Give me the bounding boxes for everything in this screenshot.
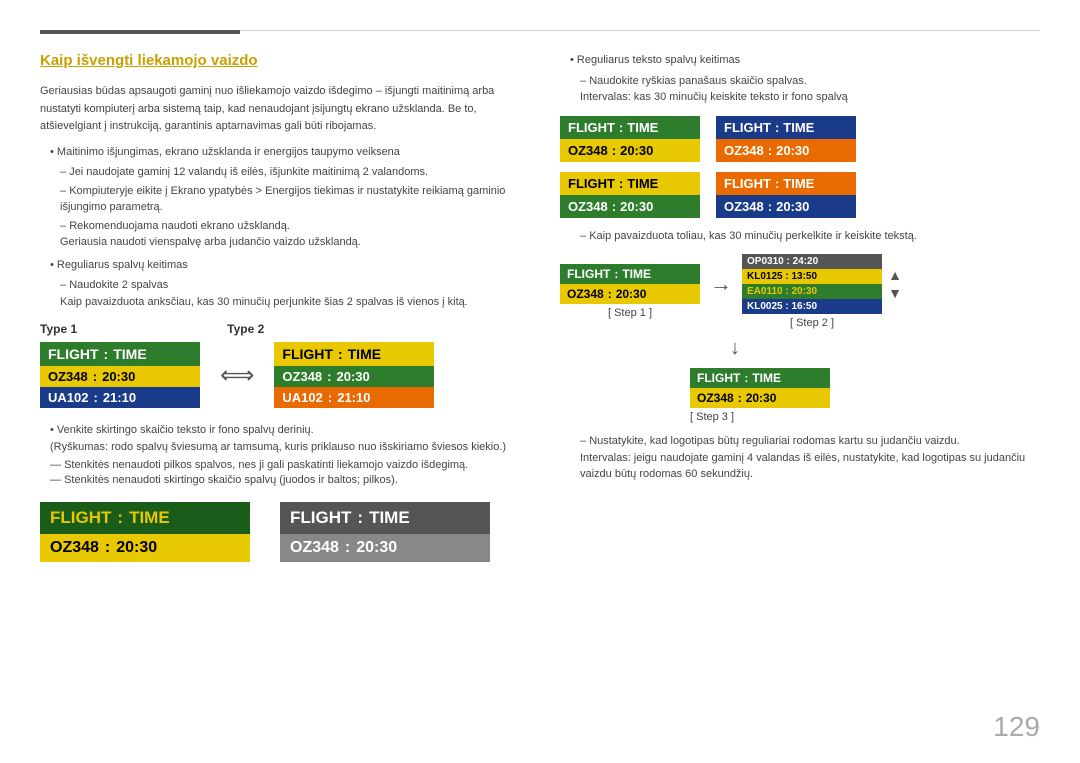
right-board-2: FLIGHT : TIME OZ348 : 20:30 [716, 116, 856, 162]
type1-board: FLIGHT : TIME OZ348 : 20:30 UA102 : 21:1… [40, 342, 200, 408]
bottom-board-1: FLIGHT : TIME OZ348 : 20:30 [40, 502, 250, 562]
step1-header: FLIGHT : TIME [560, 264, 700, 284]
step1: FLIGHT : TIME OZ348 : 20:30 [ Step 1 ] [560, 264, 700, 319]
step2-label: [ Step 2 ] [790, 317, 834, 329]
type2-board: FLIGHT : TIME OZ348 : 20:30 UA102 : 21:1… [274, 342, 434, 408]
dash-1-3: Rekomenduojama naudoti ekrano užsklandą.… [60, 218, 530, 251]
step-row-1-2: FLIGHT : TIME OZ348 : 20:30 [ Step 1 ] [560, 254, 1040, 329]
type-1-label: Type 1 [40, 322, 77, 336]
page-container: Kaip išvengti liekamojo vaizdo Geriausia… [0, 0, 1080, 763]
right-dash-1: Naudokite ryškias panašaus skaičio spalv… [580, 73, 1040, 106]
right-column: Reguliarus teksto spalvų keitimas Naudok… [560, 52, 1040, 562]
type1-header: FLIGHT : TIME [40, 342, 200, 366]
intro-text: Geriausias būdas apsaugoti gaminį nuo iš… [40, 83, 530, 136]
step1-board: FLIGHT : TIME OZ348 : 20:30 [560, 264, 700, 304]
bullet-1: Maitinimo išjungimas, ekrano užsklanda i… [50, 144, 530, 161]
type2-row2: UA102 : 21:10 [274, 387, 434, 408]
step3-label: [ Step 3 ] [690, 411, 734, 423]
bottom-bullet-1: Venkite skirtingo skaičio teksto ir fono… [50, 422, 530, 455]
step2: OP0310 : 24:20 KL0125 : 13:50 EA0110 : 2… [742, 254, 882, 329]
bottom-board-1-row: OZ348 : 20:30 [40, 534, 250, 562]
bottom-boards-row: FLIGHT : TIME OZ348 : 20:30 FLIGHT : [40, 502, 530, 562]
step2-to-step3-arrow: ↓ [730, 337, 1040, 360]
step3-board: FLIGHT : TIME OZ348 : 20:30 [690, 368, 830, 408]
step3: FLIGHT : TIME OZ348 : 20:30 [ Step 3 ] [690, 368, 1040, 423]
step-note: Kaip pavaizduota toliau, kas 30 minučių … [580, 228, 1040, 245]
bottom-note-1: — Stenkitės nenaudoti pilkos spalvos, ne… [50, 459, 530, 471]
flight-boards-row: FLIGHT : TIME OZ348 : 20:30 UA102 : 21:1… [40, 342, 530, 408]
left-column: Kaip išvengti liekamojo vaizdo Geriausia… [40, 52, 530, 562]
boards-grid-row1: FLIGHT : TIME OZ348 : 20:30 FLIGHT : [560, 116, 1040, 162]
bullet-2: Reguliarus spalvų keitimas [50, 257, 530, 274]
scroll-up-icon: ▲ [888, 267, 902, 283]
dash-1-2: Kompiuteryje eikite į Ekrano ypatybės > … [60, 183, 530, 216]
bottom-note: Nustatykite, kad logotipas būtų reguliar… [580, 433, 1040, 483]
swap-arrow-icon: ⟺ [220, 361, 254, 390]
type2-header: FLIGHT : TIME [274, 342, 434, 366]
content-area: Kaip išvengti liekamojo vaizdo Geriausia… [40, 52, 1040, 562]
right-board-3: FLIGHT : TIME OZ348 : 20:30 [560, 172, 700, 218]
bottom-board-2: FLIGHT : TIME OZ348 : 20:30 [280, 502, 490, 562]
section-title: Kaip išvengti liekamojo vaizdo [40, 52, 530, 69]
dash-2-1: Naudokite 2 spalvas Kaip pavaizduota ank… [60, 277, 530, 310]
type-labels: Type 1 Type 2 [40, 322, 530, 336]
step1-to-step2-arrow: → [710, 271, 732, 297]
top-line-decoration [40, 30, 240, 34]
full-top-line [240, 30, 1040, 31]
type2-row1: OZ348 : 20:30 [274, 366, 434, 387]
right-board-4: FLIGHT : TIME OZ348 : 20:30 [716, 172, 856, 218]
bottom-board-2-header: FLIGHT : TIME [280, 502, 490, 534]
dash-1-1: Jei naudojate gaminį 12 valandų iš eilės… [60, 164, 530, 181]
step1-row: OZ348 : 20:30 [560, 284, 700, 304]
type-2-label: Type 2 [227, 322, 264, 336]
steps-area: FLIGHT : TIME OZ348 : 20:30 [ Step 1 ] [560, 254, 1040, 423]
type1-row2: UA102 : 21:10 [40, 387, 200, 408]
right-board-1: FLIGHT : TIME OZ348 : 20:30 [560, 116, 700, 162]
type1-row1: OZ348 : 20:30 [40, 366, 200, 387]
step3-row: OZ348 : 20:30 [690, 388, 830, 408]
bottom-note-2: — Stenkitės nenaudoti skirtingo skaičio … [50, 474, 530, 486]
page-number: 129 [993, 711, 1040, 743]
scroll-arrows: ▲ ▼ [888, 254, 902, 314]
step1-label: [ Step 1 ] [608, 307, 652, 319]
right-bullet-1: Reguliarus teksto spalvų keitimas [570, 52, 1040, 69]
scroll-down-icon: ▼ [888, 285, 902, 301]
step2-board: OP0310 : 24:20 KL0125 : 13:50 EA0110 : 2… [742, 254, 882, 314]
bottom-board-2-row: OZ348 : 20:30 [280, 534, 490, 562]
step3-header: FLIGHT : TIME [690, 368, 830, 388]
boards-grid-row2: FLIGHT : TIME OZ348 : 20:30 FLIGHT : [560, 172, 1040, 218]
bottom-board-1-header: FLIGHT : TIME [40, 502, 250, 534]
